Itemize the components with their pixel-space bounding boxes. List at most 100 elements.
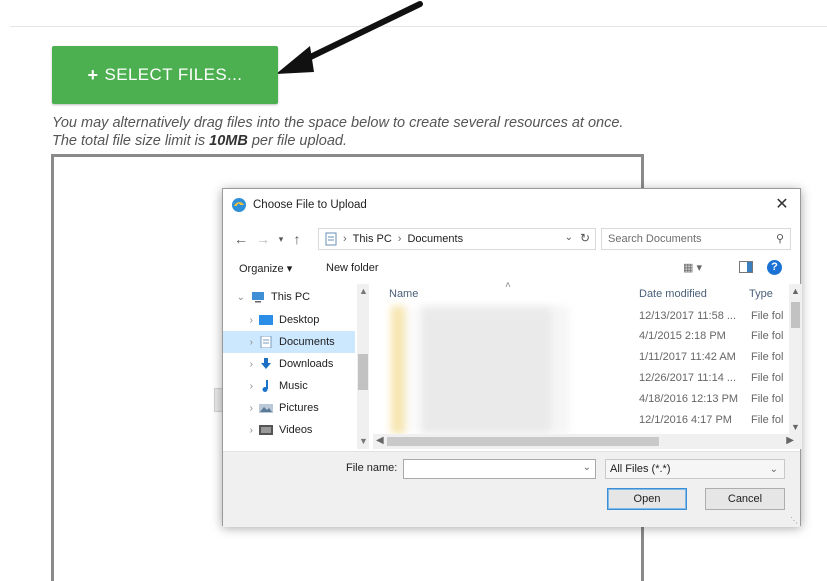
chevron-right-icon[interactable]: › [231, 359, 253, 370]
downloads-folder-icon [261, 358, 271, 369]
annotation-arrow [276, 1, 423, 74]
close-icon[interactable]: ✕ [772, 195, 792, 215]
file-list-horizontal-scrollbar[interactable]: ◀ ▶ [373, 434, 802, 449]
new-folder-button[interactable]: New folder [326, 262, 379, 274]
row-date[interactable]: 1/11/2017 11:42 AM [639, 351, 749, 363]
up-arrow-icon[interactable]: ↑ [289, 230, 305, 248]
chevron-right-icon[interactable]: › [231, 425, 253, 436]
tree-item-label: Pictures [279, 402, 319, 414]
row-type[interactable]: File fol [751, 351, 791, 363]
tree-item-videos[interactable]: › Videos [223, 419, 355, 441]
navigation-tree: ⌄ This PC › Desktop › Documents › Downlo… [223, 284, 373, 449]
videos-folder-icon [259, 425, 273, 435]
search-placeholder: Search Documents [608, 233, 702, 245]
open-button[interactable]: Open [607, 488, 687, 510]
cancel-button[interactable]: Cancel [705, 488, 785, 510]
tree-item-pictures[interactable]: › Pictures [223, 397, 355, 419]
chevron-right-icon[interactable]: › [231, 381, 253, 392]
navigation-bar: ← → ▾ ↑ › This PC › Documents ⌄ ↻ Search… [223, 227, 800, 253]
chevron-down-icon[interactable]: ⌄ [583, 462, 591, 473]
upload-help-text: You may alternatively drag files into th… [52, 114, 652, 150]
pictures-folder-icon [259, 404, 273, 413]
tree-item-label: Desktop [279, 314, 320, 326]
row-date[interactable]: 4/1/2015 2:18 PM [639, 330, 749, 342]
tree-item-label: Documents [279, 336, 335, 348]
row-type[interactable]: File fol [751, 310, 791, 322]
scrollbar-thumb[interactable] [791, 302, 800, 328]
scrollbar-thumb[interactable] [358, 354, 368, 390]
upload-page: + SELECT FILES... You may alternatively … [0, 0, 827, 581]
address-separator: › [397, 233, 402, 245]
plus-icon: + [87, 64, 99, 85]
refresh-icon[interactable]: ↻ [580, 231, 590, 245]
help-icon[interactable]: ? [767, 260, 782, 275]
forward-arrow-icon[interactable]: → [255, 230, 271, 248]
row-type[interactable]: File fol [751, 372, 791, 384]
command-bar: Organize ▾ New folder ▦ ▾ ? [223, 259, 800, 281]
back-arrow-icon[interactable]: ← [233, 230, 249, 248]
tree-item-music[interactable]: › Music [223, 375, 355, 397]
scroll-up-icon[interactable]: ▲ [791, 286, 800, 296]
scroll-up-icon[interactable]: ▲ [359, 286, 368, 296]
dialog-titlebar: Choose File to Upload [223, 189, 800, 221]
desktop-folder-icon [259, 315, 273, 325]
search-icon: ⚲ [775, 233, 784, 245]
documents-folder-icon [260, 336, 272, 348]
address-bar[interactable]: › This PC › Documents ⌄ ↻ [318, 228, 596, 250]
recent-locations-icon[interactable]: ▾ [273, 230, 289, 248]
organize-menu[interactable]: Organize ▾ [239, 262, 292, 275]
file-type-filter[interactable]: All Files (*.*) ⌄ [605, 459, 785, 479]
resize-grip-icon[interactable]: ⋱ [790, 516, 798, 525]
view-options-icon[interactable]: ▦ ▾ [683, 261, 702, 274]
sort-caret-icon: ˄ [505, 280, 511, 291]
address-this-pc[interactable]: This PC [353, 233, 392, 245]
chevron-down-icon[interactable]: ⌄ [770, 461, 778, 479]
row-date[interactable]: 12/26/2017 11:14 ... [639, 372, 749, 384]
row-type[interactable]: File fol [751, 393, 791, 405]
select-files-button[interactable]: + SELECT FILES... [52, 46, 278, 104]
tree-item-label: This PC [271, 291, 311, 303]
tree-item-documents[interactable]: › Documents [223, 331, 355, 353]
column-header-date-modified[interactable]: Date modified [639, 288, 707, 300]
search-input[interactable]: Search Documents ⚲ [601, 228, 791, 250]
file-type-filter-value: All Files (*.*) [610, 463, 671, 475]
browser-app-icon [232, 198, 246, 212]
file-name-label: File name: [346, 462, 398, 474]
tree-item-desktop[interactable]: › Desktop [223, 309, 355, 331]
scroll-left-icon[interactable]: ◀ [376, 435, 384, 446]
scrollbar-thumb[interactable] [387, 437, 659, 446]
tree-item-this-pc[interactable]: ⌄ This PC [223, 286, 355, 308]
tree-scrollbar[interactable]: ▲ ▼ [357, 284, 369, 449]
row-date[interactable]: 12/1/2016 4:17 PM [639, 414, 749, 426]
address-separator: › [343, 233, 347, 245]
file-list: Name ˄ Date modified Type 12/13/2017 11:… [373, 280, 802, 449]
address-documents[interactable]: Documents [407, 233, 463, 245]
dialog-title: Choose File to Upload [253, 199, 367, 211]
column-header-type[interactable]: Type [749, 288, 773, 300]
tree-item-downloads[interactable]: › Downloads [223, 353, 355, 375]
file-name-input[interactable]: ⌄ [403, 459, 596, 479]
preview-pane-icon[interactable] [739, 261, 753, 273]
chevron-right-icon[interactable]: › [231, 315, 253, 326]
scroll-down-icon[interactable]: ▼ [359, 436, 368, 446]
scroll-down-icon[interactable]: ▼ [791, 422, 800, 432]
pc-icon [252, 292, 264, 303]
scroll-right-icon[interactable]: ▶ [786, 435, 794, 446]
file-list-vertical-scrollbar[interactable]: ▲ ▼ [789, 284, 802, 434]
row-date[interactable]: 12/13/2017 11:58 ... [639, 310, 749, 322]
size-limit: 10MB [209, 133, 248, 149]
documents-location-icon [325, 232, 337, 246]
row-type[interactable]: File fol [751, 414, 791, 426]
select-files-label: SELECT FILES... [104, 65, 243, 84]
chevron-right-icon[interactable]: › [231, 403, 253, 414]
row-date[interactable]: 4/18/2016 12:13 PM [639, 393, 749, 405]
help-text-end: per file upload. [247, 133, 347, 149]
dialog-footer: File name: ⌄ All Files (*.*) ⌄ Open Canc… [223, 451, 800, 527]
chevron-down-icon[interactable]: ⌄ [565, 232, 573, 243]
tree-item-label: Music [279, 380, 308, 392]
chevron-right-icon[interactable]: › [231, 337, 253, 348]
chevron-down-icon[interactable]: ⌄ [223, 292, 245, 303]
row-type[interactable]: File fol [751, 330, 791, 342]
blurred-file-names [391, 306, 569, 434]
column-header-name[interactable]: Name [389, 288, 418, 300]
